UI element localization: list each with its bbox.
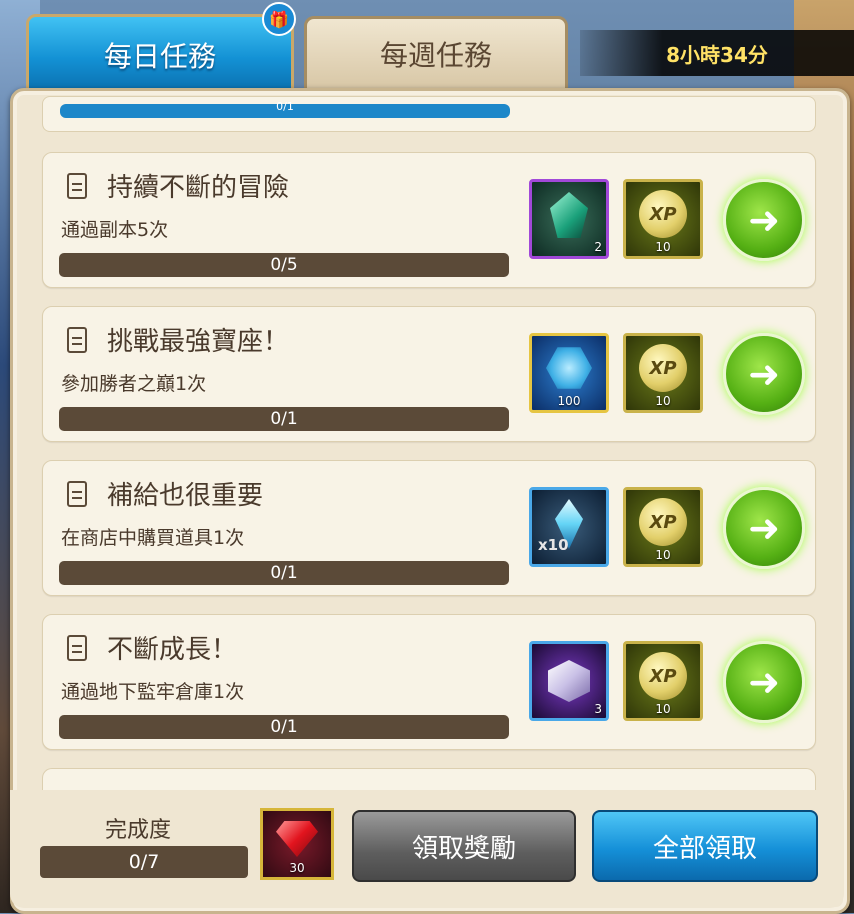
quest-progress-label: 0/1 xyxy=(270,563,298,583)
reward-count: 3 xyxy=(594,702,602,716)
quest-card: 補給也很重要 在商店中購買道具1次 0/1 x10 XP 10 ➜ xyxy=(42,460,816,596)
xp-label: XP xyxy=(639,190,687,238)
reward-count: x10 xyxy=(538,536,569,554)
reward-count: 10 xyxy=(655,240,671,254)
ruby-reward-icon[interactable]: 30 xyxy=(260,808,334,880)
reward-potion-icon[interactable]: 2 xyxy=(529,179,609,259)
quest-description: 通過副本5次 xyxy=(61,219,169,241)
document-icon xyxy=(67,173,87,199)
reset-timer: 8小時34分 xyxy=(580,30,854,76)
reward-count: 2 xyxy=(594,240,602,254)
tab-weekly-label: 每週任務 xyxy=(379,39,492,72)
quest-description: 參加勝者之巔1次 xyxy=(61,373,207,395)
quest-card: 不斷成長！ 通過地下監牢倉庫1次 0/1 3 XP 10 ➜ xyxy=(42,614,816,750)
xp-label: XP xyxy=(639,652,687,700)
top-progress-label: 0/1 xyxy=(276,100,294,113)
quest-card: 挑戰最強寶座！ 參加勝者之巔1次 0/1 100 XP 10 ➜ xyxy=(42,306,816,442)
reward-xp-icon[interactable]: XP 10 xyxy=(623,179,703,259)
claim-reward-button[interactable]: 領取獎勵 xyxy=(352,810,576,882)
go-arrow-button[interactable]: ➜ xyxy=(723,487,805,569)
quest-progress-label: 0/1 xyxy=(270,409,298,429)
gift-icon: 🎁 xyxy=(262,2,296,36)
completion-value: 0/7 xyxy=(128,851,160,873)
document-icon xyxy=(67,327,87,353)
reward-xp-icon[interactable]: XP 10 xyxy=(623,641,703,721)
reward-xp-icon[interactable]: XP 10 xyxy=(623,333,703,413)
quest-title: 持續不斷的冒險 xyxy=(107,173,290,203)
reward-cube-icon[interactable]: 3 xyxy=(529,641,609,721)
quest-title: 挑戰最強寶座！ xyxy=(107,327,290,357)
reward-count: 10 xyxy=(655,548,671,562)
document-icon xyxy=(67,481,87,507)
quest-progress-label: 0/1 xyxy=(270,717,298,737)
quest-description: 通過地下監牢倉庫1次 xyxy=(61,681,245,703)
go-arrow-button[interactable]: ➜ xyxy=(723,179,805,261)
document-icon xyxy=(67,635,87,661)
go-arrow-button[interactable]: ➜ xyxy=(723,333,805,415)
quest-title: 不斷成長！ xyxy=(107,635,238,665)
quest-title: 補給也很重要 xyxy=(107,481,264,511)
claim-all-button[interactable]: 全部領取 xyxy=(592,810,818,882)
reward-crystal-icon[interactable]: x10 xyxy=(529,487,609,567)
reward-count: 10 xyxy=(655,702,671,716)
completion-label: 完成度 xyxy=(105,818,172,843)
quest-progress-label: 0/5 xyxy=(270,255,298,275)
quest-description: 在商店中購買道具1次 xyxy=(61,527,245,549)
xp-label: XP xyxy=(639,498,687,546)
reward-count: 100 xyxy=(557,394,581,408)
quest-card: 持續不斷的冒險 通過副本5次 0/5 2 XP 10 ➜ xyxy=(42,152,816,288)
xp-label: XP xyxy=(639,344,687,392)
tab-weekly-quests[interactable]: 每週任務 xyxy=(304,16,568,92)
reward-medal-icon[interactable]: 100 xyxy=(529,333,609,413)
reward-count: 10 xyxy=(655,394,671,408)
tab-daily-label: 每日任務 xyxy=(103,40,216,73)
claim-reward-label: 領取獎勵 xyxy=(411,833,516,864)
reward-xp-icon[interactable]: XP 10 xyxy=(623,487,703,567)
ruby-count: 30 xyxy=(289,861,305,875)
claim-all-label: 全部領取 xyxy=(652,833,757,864)
go-arrow-button[interactable]: ➜ xyxy=(723,641,805,723)
tab-daily-quests[interactable]: 每日任務 xyxy=(26,14,294,96)
